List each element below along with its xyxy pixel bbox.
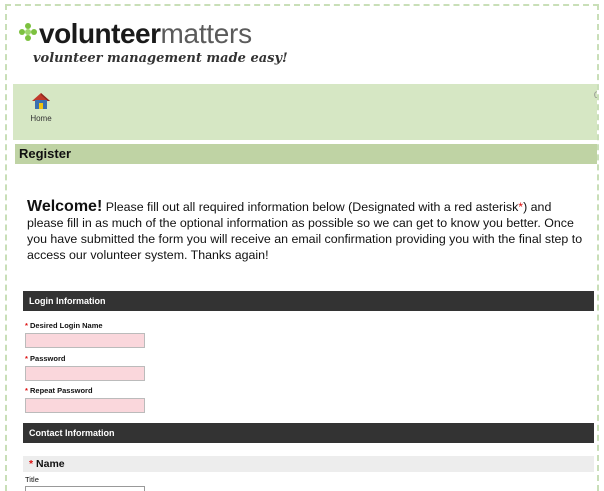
field-label-text: Password [30,354,66,363]
required-asterisk: * [29,458,34,470]
brand-tagline: volunteer management made easy! [33,51,288,66]
home-icon [30,90,52,112]
welcome-text-1: Please fill out all required information… [102,200,519,214]
flower-icon [19,23,37,41]
password-label: * Password [25,354,65,363]
name-label: Name [36,458,65,470]
password-input[interactable] [25,366,145,381]
field-label-text: Repeat Password [30,386,93,395]
required-asterisk: * [25,321,28,330]
repeat-password-label: * Repeat Password [25,386,93,395]
nav-home[interactable]: Home [21,90,61,123]
contact-section-header: Contact Information [23,423,594,443]
welcome-text: Welcome! Please fill out all required in… [27,199,590,263]
required-asterisk: * [25,354,28,363]
title-input[interactable] [25,486,145,491]
field-label-text: Desired Login Name [30,321,103,330]
nav-count: 0 [593,90,599,100]
brand-name-light: matters [160,18,253,49]
logo[interactable]: volunteer matters volunteer management ma… [19,18,288,66]
page-title: Register [15,144,597,164]
title-label: Title [25,475,39,484]
name-group-header: * Name [23,456,594,472]
repeat-password-input[interactable] [25,398,145,413]
login-section-header: Login Information [23,291,594,311]
required-asterisk: * [25,386,28,395]
login-name-label: * Desired Login Name [25,321,103,330]
welcome-lead: Welcome! [27,198,103,215]
nav-bar: Home 0 [13,84,599,140]
nav-home-label: Home [30,114,52,123]
page-frame: volunteer matters volunteer management ma… [5,4,599,491]
login-name-input[interactable] [25,333,145,348]
brand-name-bold: volunteer [39,18,161,49]
